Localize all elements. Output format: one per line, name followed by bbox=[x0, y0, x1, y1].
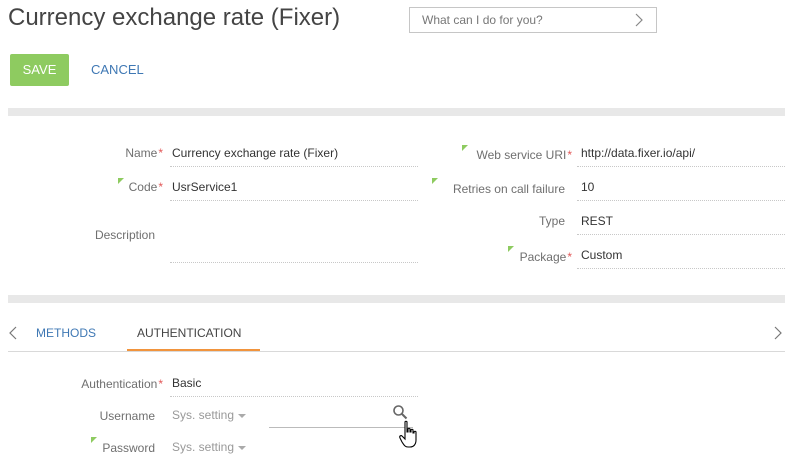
localizable-marker-icon bbox=[508, 246, 514, 252]
package-label: Package* bbox=[519, 250, 572, 264]
description-label: Description bbox=[94, 228, 155, 242]
name-field-underline bbox=[170, 166, 418, 167]
chevron-right-icon[interactable] bbox=[773, 325, 783, 346]
tab-methods[interactable]: METHODS bbox=[36, 326, 96, 340]
localizable-marker-icon bbox=[118, 178, 124, 184]
section-divider bbox=[8, 108, 785, 116]
type-field[interactable]: REST bbox=[581, 214, 613, 228]
password-label: Password bbox=[102, 441, 155, 455]
page-title: Currency exchange rate (Fixer) bbox=[8, 4, 341, 31]
retries-field-underline bbox=[577, 200, 785, 201]
name-label: Name* bbox=[125, 146, 163, 160]
name-field[interactable]: Currency exchange rate (Fixer) bbox=[172, 146, 338, 160]
type-label: Type bbox=[538, 214, 565, 228]
active-tab-indicator bbox=[127, 349, 260, 351]
command-search-box[interactable]: What can I do for you? bbox=[409, 7, 657, 33]
cancel-button[interactable]: CANCEL bbox=[91, 62, 144, 77]
username-source-dropdown[interactable]: Sys. setting bbox=[172, 408, 247, 422]
username-label: Username bbox=[99, 409, 155, 423]
username-input-underline bbox=[269, 427, 413, 428]
localizable-marker-icon bbox=[462, 145, 468, 151]
section-divider bbox=[8, 295, 785, 303]
localizable-marker-icon bbox=[91, 437, 97, 443]
password-source-dropdown[interactable]: Sys. setting bbox=[172, 440, 247, 454]
package-field-underline bbox=[577, 268, 785, 269]
uri-field[interactable]: http://data.fixer.io/api/ bbox=[581, 146, 695, 160]
chevron-left-icon[interactable] bbox=[8, 325, 18, 346]
chevron-right-icon[interactable] bbox=[634, 12, 644, 33]
type-field-underline bbox=[577, 234, 785, 235]
dropdown-caret-icon bbox=[238, 445, 247, 450]
tab-bar-divider bbox=[8, 351, 785, 352]
save-button[interactable]: SAVE bbox=[10, 54, 69, 86]
code-field-underline bbox=[170, 200, 418, 201]
authentication-field-underline bbox=[170, 396, 418, 397]
description-field-underline bbox=[170, 262, 418, 263]
authentication-field[interactable]: Basic bbox=[172, 376, 201, 390]
uri-field-underline bbox=[577, 166, 785, 167]
dropdown-caret-icon bbox=[238, 413, 247, 418]
localizable-marker-icon bbox=[432, 178, 438, 184]
code-field[interactable]: UsrService1 bbox=[172, 180, 237, 194]
retries-label: Retries on call failure bbox=[452, 182, 565, 196]
retries-field[interactable]: 10 bbox=[581, 180, 594, 194]
tab-authentication[interactable]: AUTHENTICATION bbox=[137, 326, 241, 340]
uri-label: Web service URI* bbox=[476, 148, 572, 162]
authentication-label: Authentication* bbox=[81, 377, 163, 391]
code-label: Code* bbox=[128, 180, 163, 194]
hand-cursor-icon bbox=[398, 420, 420, 455]
search-placeholder: What can I do for you? bbox=[422, 13, 543, 27]
package-field[interactable]: Custom bbox=[581, 248, 622, 262]
